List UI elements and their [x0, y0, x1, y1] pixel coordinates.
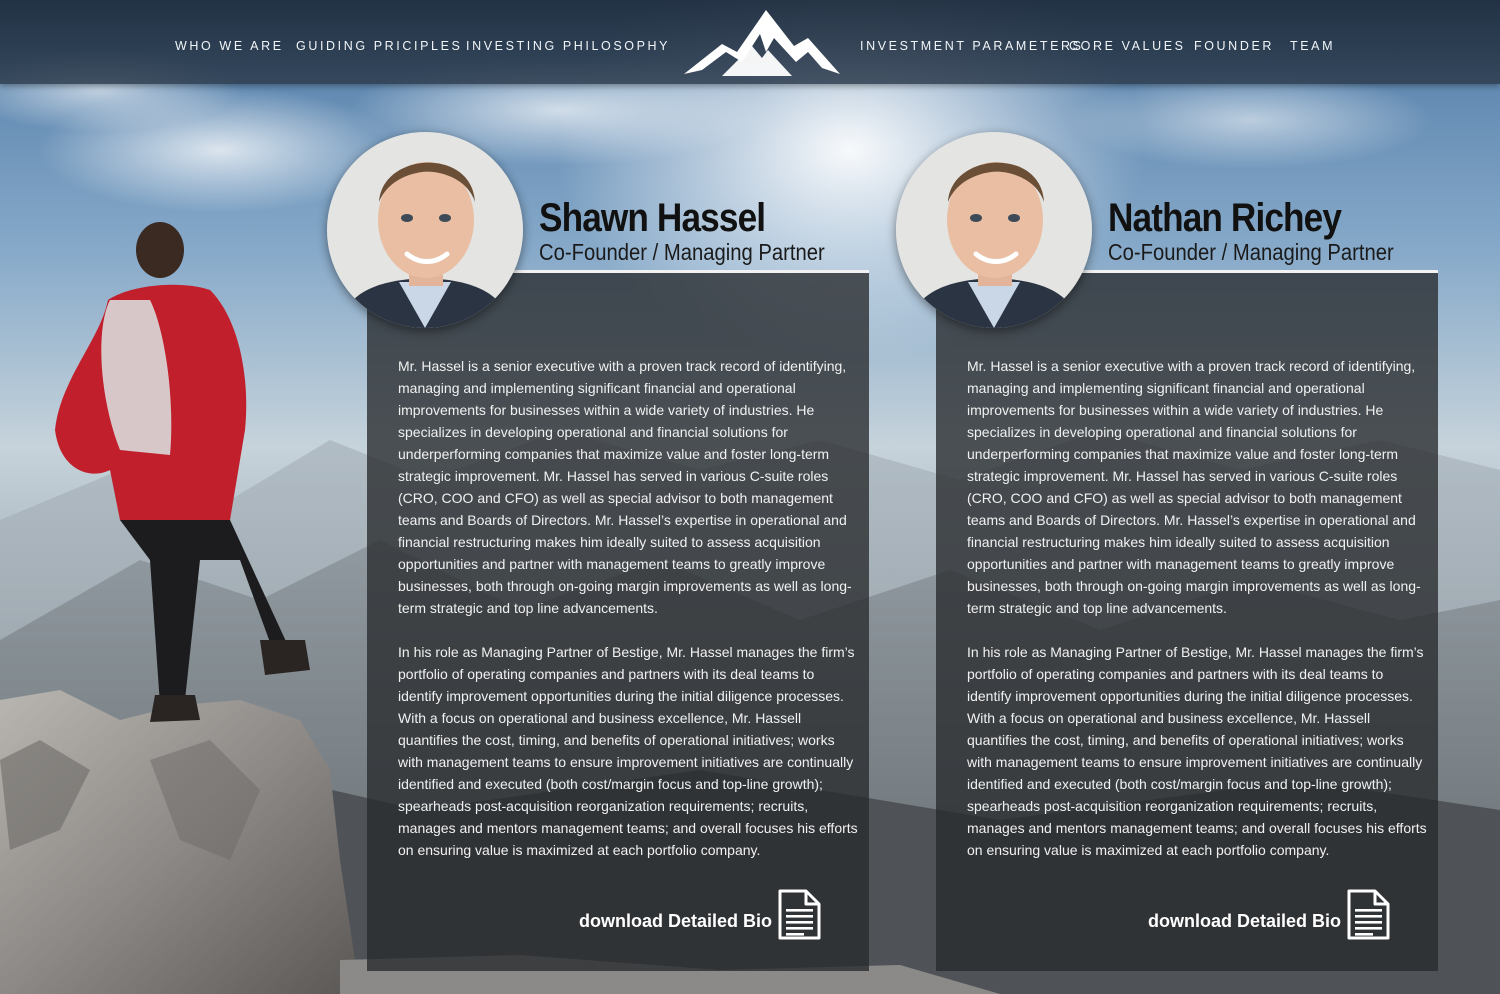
document-icon: [778, 889, 821, 940]
bio-paragraph-2: In his role as Managing Partner of Besti…: [398, 644, 858, 858]
bio-paragraph-1: Mr. Hassel is a senior executive with a …: [398, 358, 852, 616]
profile-bio: Mr. Hassel is a senior executive with a …: [967, 355, 1429, 883]
download-bio-button[interactable]: download Detailed Bio: [579, 886, 848, 946]
nav-investing-philosophy[interactable]: INVESTING PHILOSOPHY: [466, 39, 670, 53]
nav-who-we-are[interactable]: WHO WE ARE: [175, 39, 284, 53]
profile-name: Nathan Richey: [1108, 196, 1342, 240]
nav-guiding-principles[interactable]: GUIDING PRICIPLES: [296, 39, 462, 53]
document-icon: [1347, 889, 1390, 940]
mountain-logo-icon[interactable]: [682, 6, 842, 78]
profile-card-shawn-hassel: Mr. Hassel is a senior executive with a …: [367, 270, 869, 971]
download-bio-label: download Detailed Bio: [1147, 911, 1341, 931]
top-navigation-bar: WHO WE ARE GUIDING PRICIPLES INVESTING P…: [0, 0, 1500, 84]
bio-paragraph-2: In his role as Managing Partner of Besti…: [967, 644, 1427, 858]
profile-title: Co-Founder / Managing Partner: [539, 239, 825, 265]
nav-investment-parameters[interactable]: INVESTMENT PARAMETERS: [860, 39, 1084, 53]
nav-team[interactable]: TEAM: [1290, 39, 1335, 53]
download-bio-label: download Detailed Bio: [578, 911, 772, 931]
nav-founder[interactable]: FOUNDER: [1194, 39, 1274, 53]
profile-title: Co-Founder / Managing Partner: [1108, 239, 1394, 265]
profile-bio: Mr. Hassel is a senior executive with a …: [398, 355, 860, 883]
download-bio-button[interactable]: download Detailed Bio: [1148, 886, 1417, 946]
profile-name: Shawn Hassel: [539, 196, 766, 240]
portrait-photo: [896, 132, 1092, 328]
profile-card-nathan-richey: Mr. Hassel is a senior executive with a …: [936, 270, 1438, 971]
portrait-photo: [327, 132, 523, 328]
bio-paragraph-1: Mr. Hassel is a senior executive with a …: [967, 358, 1421, 616]
nav-core-values[interactable]: CORE VALUES: [1069, 39, 1186, 53]
